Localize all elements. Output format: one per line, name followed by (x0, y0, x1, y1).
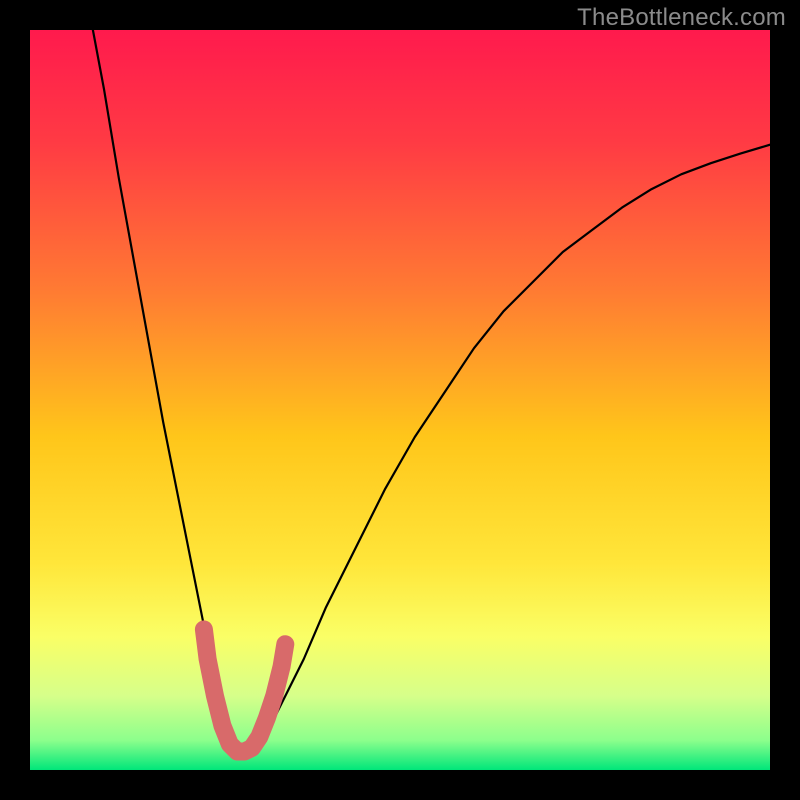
plot-area (30, 30, 770, 770)
chart-svg (30, 30, 770, 770)
chart-frame: TheBottleneck.com (0, 0, 800, 800)
watermark-text: TheBottleneck.com (577, 4, 786, 32)
gradient-background (30, 30, 770, 770)
